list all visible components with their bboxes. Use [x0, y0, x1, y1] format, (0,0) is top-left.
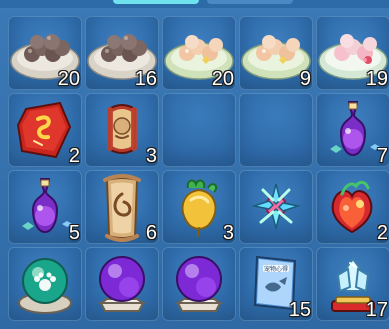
inventory-slot[interactable]: 3: [85, 93, 159, 167]
inventory-slot[interactable]: 20: [162, 16, 236, 90]
item-count: 16: [134, 68, 157, 90]
inventory-slot[interactable]: 2: [316, 170, 389, 244]
item-count: 5: [68, 222, 80, 244]
inventory-panel: 20 16 20 9 19 2 3 7 5 6 3 2 宠物心得 15 17: [0, 0, 389, 329]
item-count: 6: [145, 222, 157, 244]
inventory-slot[interactable]: 20: [8, 16, 82, 90]
item-count: 20: [211, 68, 234, 90]
inventory-slot-empty[interactable]: [239, 93, 313, 167]
item-count: 20: [57, 68, 80, 90]
inventory-slot[interactable]: 16: [85, 16, 159, 90]
paw-green-orb-icon: [18, 258, 72, 314]
tab-inactive[interactable]: [207, 0, 293, 4]
item-count: 3: [222, 222, 234, 244]
top-tab-bar: [0, 0, 389, 8]
inventory-slot[interactable]: 17: [316, 247, 389, 321]
inventory-slot[interactable]: [8, 247, 82, 321]
tab-active[interactable]: [113, 0, 199, 4]
item-count: 15: [288, 299, 311, 321]
book-title: 宠物心得: [264, 265, 288, 273]
inventory-slot[interactable]: [239, 170, 313, 244]
purple-orb-on-stand-icon: [97, 256, 147, 312]
item-count: 2: [376, 222, 388, 244]
inventory-slot[interactable]: 2: [8, 93, 82, 167]
inventory-slot[interactable]: 7: [316, 93, 389, 167]
inventory-slot[interactable]: 宠物心得 15: [239, 247, 313, 321]
inventory-slot[interactable]: 5: [8, 170, 82, 244]
purple-orb-on-stand-icon: [174, 256, 224, 312]
item-count: 7: [376, 145, 388, 167]
inventory-slot[interactable]: [85, 247, 159, 321]
item-count: 17: [365, 299, 388, 321]
inventory-slot-empty[interactable]: [162, 93, 236, 167]
item-count: 19: [365, 68, 388, 90]
crystal-flower-icon: [251, 183, 301, 231]
inventory-slot[interactable]: [162, 247, 236, 321]
inventory-grid: 20 16 20 9 19 2 3 7 5 6 3 2 宠物心得 15 17: [8, 16, 389, 321]
item-count: 9: [299, 68, 311, 90]
item-count: 3: [145, 145, 157, 167]
item-count: 2: [68, 145, 80, 167]
inventory-slot[interactable]: 9: [239, 16, 313, 90]
inventory-slot[interactable]: 3: [162, 170, 236, 244]
inventory-slot[interactable]: 19: [316, 16, 389, 90]
inventory-slot[interactable]: 6: [85, 170, 159, 244]
